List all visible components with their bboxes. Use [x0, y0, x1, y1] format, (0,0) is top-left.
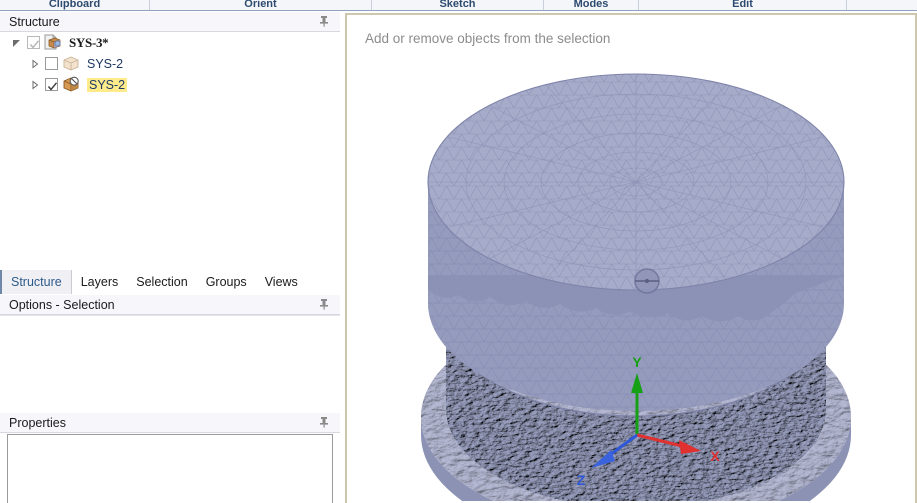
- ribbon-group-label: Orient: [244, 0, 276, 10]
- pushpin-icon[interactable]: [317, 415, 331, 429]
- collapsed-triangle-icon[interactable]: [28, 57, 42, 71]
- collapsed-triangle-icon[interactable]: [28, 78, 42, 92]
- options-panel-body: [0, 315, 340, 413]
- properties-grid[interactable]: [7, 434, 333, 503]
- panel-tabstrip[interactable]: Structure Layers Selection Groups Views: [0, 270, 340, 295]
- tree-node-label: SYS-2: [87, 78, 127, 92]
- tree-checkbox[interactable]: [45, 78, 58, 91]
- options-panel-title: Options - Selection: [9, 298, 115, 312]
- tab-label: Layers: [81, 275, 119, 289]
- options-panel-header: Options - Selection: [0, 295, 340, 315]
- tree-row[interactable]: SYS-2: [0, 74, 340, 95]
- 3d-viewport[interactable]: Add or remove objects from the selection: [349, 17, 913, 501]
- ribbon-group-label: Clipboard: [49, 0, 100, 10]
- tree-node-label: SYS-2: [87, 57, 123, 71]
- properties-panel: Properties: [0, 413, 340, 503]
- ribbon-toolbar: Clipboard Orient Sketch Modes Edit: [0, 0, 917, 11]
- tab-groups[interactable]: Groups: [197, 270, 256, 294]
- properties-panel-header: Properties: [0, 413, 340, 433]
- structure-tree[interactable]: SYS-3* SYS-2: [0, 32, 340, 270]
- rotate-handle-icon: [635, 269, 659, 293]
- component-pale-icon: [62, 55, 80, 72]
- tab-label: Structure: [11, 275, 62, 289]
- pushpin-icon[interactable]: [317, 297, 331, 311]
- check-mark-icon: [29, 37, 40, 48]
- tree-row[interactable]: SYS-2: [0, 53, 340, 74]
- expanded-triangle-icon[interactable]: [10, 36, 24, 50]
- structure-panel-header: Structure: [0, 12, 340, 32]
- structure-panel-title: Structure: [9, 15, 60, 29]
- axis-x-label: X: [710, 448, 720, 464]
- tree-checkbox[interactable]: [27, 36, 40, 49]
- axis-z-label: Z: [577, 472, 586, 488]
- check-mark-icon: [47, 79, 58, 90]
- 3d-model-render[interactable]: Y X Z: [349, 17, 913, 501]
- component-suppressed-icon: [62, 76, 80, 93]
- ribbon-group-label: Edit: [732, 0, 753, 10]
- document-assembly-icon: [44, 34, 62, 51]
- viewport-frame: Add or remove objects from the selection: [345, 13, 917, 503]
- tab-label: Selection: [136, 275, 187, 289]
- options-selection-panel: Options - Selection: [0, 295, 340, 413]
- tab-selection[interactable]: Selection: [127, 270, 196, 294]
- pushpin-icon[interactable]: [317, 14, 331, 28]
- tab-views[interactable]: Views: [256, 270, 307, 294]
- tree-checkbox[interactable]: [45, 57, 58, 70]
- tab-label: Views: [265, 275, 298, 289]
- ribbon-group-label: Modes: [574, 0, 609, 10]
- tree-row[interactable]: SYS-3*: [0, 32, 340, 53]
- tab-label: Groups: [206, 275, 247, 289]
- axis-y-label: Y: [632, 354, 642, 370]
- ribbon-group-label: Sketch: [439, 0, 475, 10]
- tree-node-label: SYS-3*: [69, 35, 108, 51]
- properties-panel-title: Properties: [9, 416, 66, 430]
- tab-layers[interactable]: Layers: [72, 270, 128, 294]
- application-window: Clipboard Orient Sketch Modes Edit Struc…: [0, 0, 917, 503]
- left-dock: Structure: [0, 11, 340, 503]
- tab-structure[interactable]: Structure: [0, 270, 72, 294]
